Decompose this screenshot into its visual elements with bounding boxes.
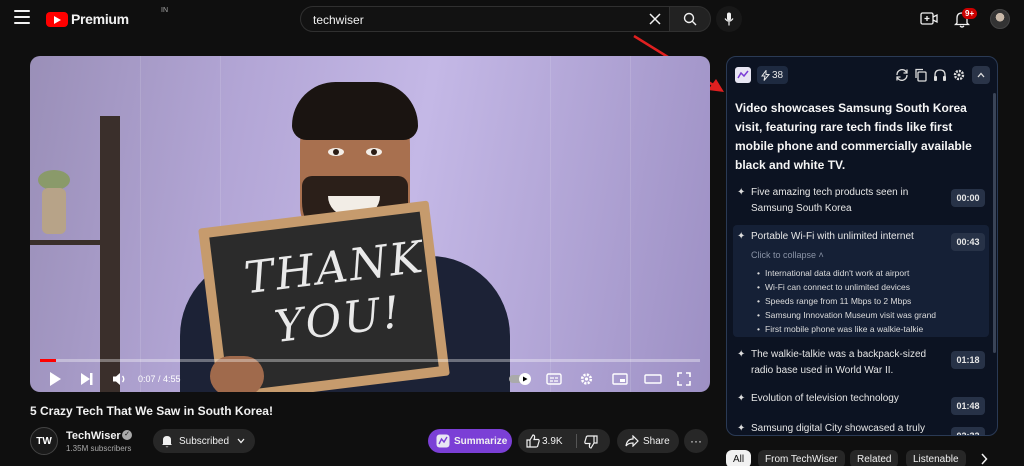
detail-item: Samsung Innovation Museum visit was gran… bbox=[757, 308, 977, 322]
summary-point-text: Evolution of television technology bbox=[751, 393, 899, 404]
chevron-right-icon[interactable] bbox=[980, 453, 988, 465]
youtube-premium-logo[interactable]: Premium IN bbox=[46, 7, 168, 27]
thumbs-down-icon[interactable] bbox=[584, 435, 598, 449]
progress-fill bbox=[40, 359, 56, 362]
hamburger-menu-icon[interactable] bbox=[14, 10, 30, 24]
timestamp-button[interactable]: 02:32 bbox=[951, 427, 985, 435]
next-video-icon[interactable] bbox=[80, 370, 94, 388]
subscriber-count: 1.35M subscribers bbox=[66, 444, 132, 453]
share-button[interactable]: Share bbox=[617, 429, 679, 453]
logo-text: Premium bbox=[71, 11, 129, 27]
chip-from-techwiser[interactable]: From TechWiser bbox=[758, 450, 845, 466]
chip-related[interactable]: Related bbox=[850, 450, 899, 466]
clear-search-icon[interactable] bbox=[649, 13, 661, 25]
settings-gear-icon[interactable] bbox=[952, 68, 966, 82]
detail-item: First mobile phone was like a walkie-tal… bbox=[757, 322, 977, 336]
detail-item: Wi-Fi can connect to unlimited devices bbox=[757, 280, 977, 294]
chevron-up-icon bbox=[977, 72, 985, 78]
panel-header: 38 bbox=[727, 57, 997, 91]
fullscreen-icon[interactable] bbox=[677, 370, 691, 388]
detail-item: International data didn't work at airpor… bbox=[757, 266, 977, 280]
progress-bar[interactable] bbox=[40, 359, 700, 362]
autoplay-toggle-icon[interactable] bbox=[508, 370, 534, 388]
video-title: 5 Crazy Tech That We Saw in South Korea! bbox=[30, 404, 273, 418]
detail-list: International data didn't work at airpor… bbox=[757, 266, 977, 336]
chevron-down-icon bbox=[237, 438, 245, 444]
account-avatar[interactable] bbox=[990, 9, 1010, 29]
toy-figure bbox=[38, 170, 70, 234]
microphone-icon bbox=[724, 12, 734, 26]
credits-count: 38 bbox=[772, 69, 784, 81]
credits-badge[interactable]: 38 bbox=[757, 66, 789, 84]
copy-icon[interactable] bbox=[914, 68, 928, 82]
logo-region: IN bbox=[161, 7, 168, 14]
timestamp-button[interactable]: 01:48 bbox=[951, 397, 985, 415]
panel-scrollbar[interactable] bbox=[993, 93, 996, 353]
summary-point-text: Samsung digital City showcased a truly bbox=[751, 423, 925, 434]
youtube-play-icon bbox=[46, 11, 68, 27]
chip-all[interactable]: All bbox=[726, 450, 752, 466]
verified-check-icon: ✓ bbox=[122, 430, 132, 440]
sparkle-icon: ✦ bbox=[737, 393, 746, 404]
search-button[interactable] bbox=[669, 6, 711, 32]
search-icon bbox=[683, 12, 697, 26]
search-input-value: techwiser bbox=[313, 13, 364, 27]
extension-logo-icon bbox=[735, 67, 751, 83]
voice-search-button[interactable] bbox=[716, 6, 742, 32]
play-icon[interactable] bbox=[48, 370, 62, 388]
like-dislike-group: 3.9K bbox=[518, 429, 610, 453]
like-count: 3.9K bbox=[542, 435, 563, 447]
subscribed-label: Subscribed bbox=[179, 435, 230, 447]
channel-name[interactable]: TechWiser bbox=[66, 430, 121, 442]
miniplayer-icon[interactable] bbox=[612, 370, 628, 388]
theater-mode-icon[interactable] bbox=[644, 370, 662, 388]
share-arrow-icon bbox=[625, 435, 639, 447]
collapse-link[interactable]: Click to collapse ˄ bbox=[751, 250, 824, 260]
share-label: Share bbox=[643, 435, 670, 447]
summary-panel: 38 Video showcases Samsung South Korea v… bbox=[726, 56, 998, 436]
collapse-panel-button[interactable] bbox=[972, 66, 990, 84]
detail-item: Speeds range from 11 Mbps to 2 Mbps bbox=[757, 294, 977, 308]
wooden-shelf bbox=[100, 116, 120, 392]
summarize-button[interactable]: Summarize bbox=[428, 429, 512, 453]
create-video-icon[interactable] bbox=[920, 11, 938, 27]
sparkle-icon: ✦ bbox=[737, 187, 746, 198]
top-bar: Premium IN techwiser 9+ bbox=[0, 0, 1024, 40]
channel-avatar[interactable]: TW bbox=[30, 427, 58, 455]
volume-icon[interactable] bbox=[112, 370, 128, 388]
notification-count-badge: 9+ bbox=[962, 8, 978, 19]
sparkle-icon: ✦ bbox=[737, 349, 746, 360]
summarize-label: Summarize bbox=[454, 435, 508, 447]
summary-point-text: The walkie-talkie was a backpack-sized r… bbox=[751, 349, 927, 376]
timestamp-button[interactable]: 00:00 bbox=[951, 189, 985, 207]
summarize-extension-icon bbox=[436, 434, 450, 448]
sparkle-icon: ✦ bbox=[737, 231, 746, 242]
thumbs-up-icon[interactable] bbox=[526, 434, 540, 448]
video-summary: Video showcases Samsung South Korea visi… bbox=[735, 101, 972, 172]
lightning-icon bbox=[761, 69, 770, 81]
timestamp-button[interactable]: 00:43 bbox=[951, 233, 985, 251]
headphones-icon[interactable] bbox=[933, 68, 947, 82]
summary-point-text: Portable Wi-Fi with unlimited internet bbox=[751, 231, 914, 242]
settings-gear-icon[interactable] bbox=[579, 370, 594, 388]
search-input[interactable]: techwiser bbox=[300, 6, 670, 32]
timestamp-button[interactable]: 01:18 bbox=[951, 351, 985, 369]
bell-icon bbox=[162, 436, 172, 448]
subscribed-button[interactable]: Subscribed bbox=[153, 429, 255, 453]
playback-time: 0:07 / 4:55 bbox=[138, 374, 181, 384]
sparkle-icon: ✦ bbox=[737, 423, 746, 434]
video-player[interactable]: THANK YOU! 0:07 / 4:55 bbox=[30, 56, 710, 392]
chip-listenable[interactable]: Listenable bbox=[906, 450, 966, 466]
refresh-icon[interactable] bbox=[895, 68, 909, 82]
player-controls: 0:07 / 4:55 bbox=[30, 366, 710, 392]
summary-point-text: Five amazing tech products seen in Samsu… bbox=[751, 187, 909, 214]
subtitles-icon[interactable] bbox=[546, 370, 562, 388]
more-actions-button[interactable]: ··· bbox=[684, 429, 708, 453]
